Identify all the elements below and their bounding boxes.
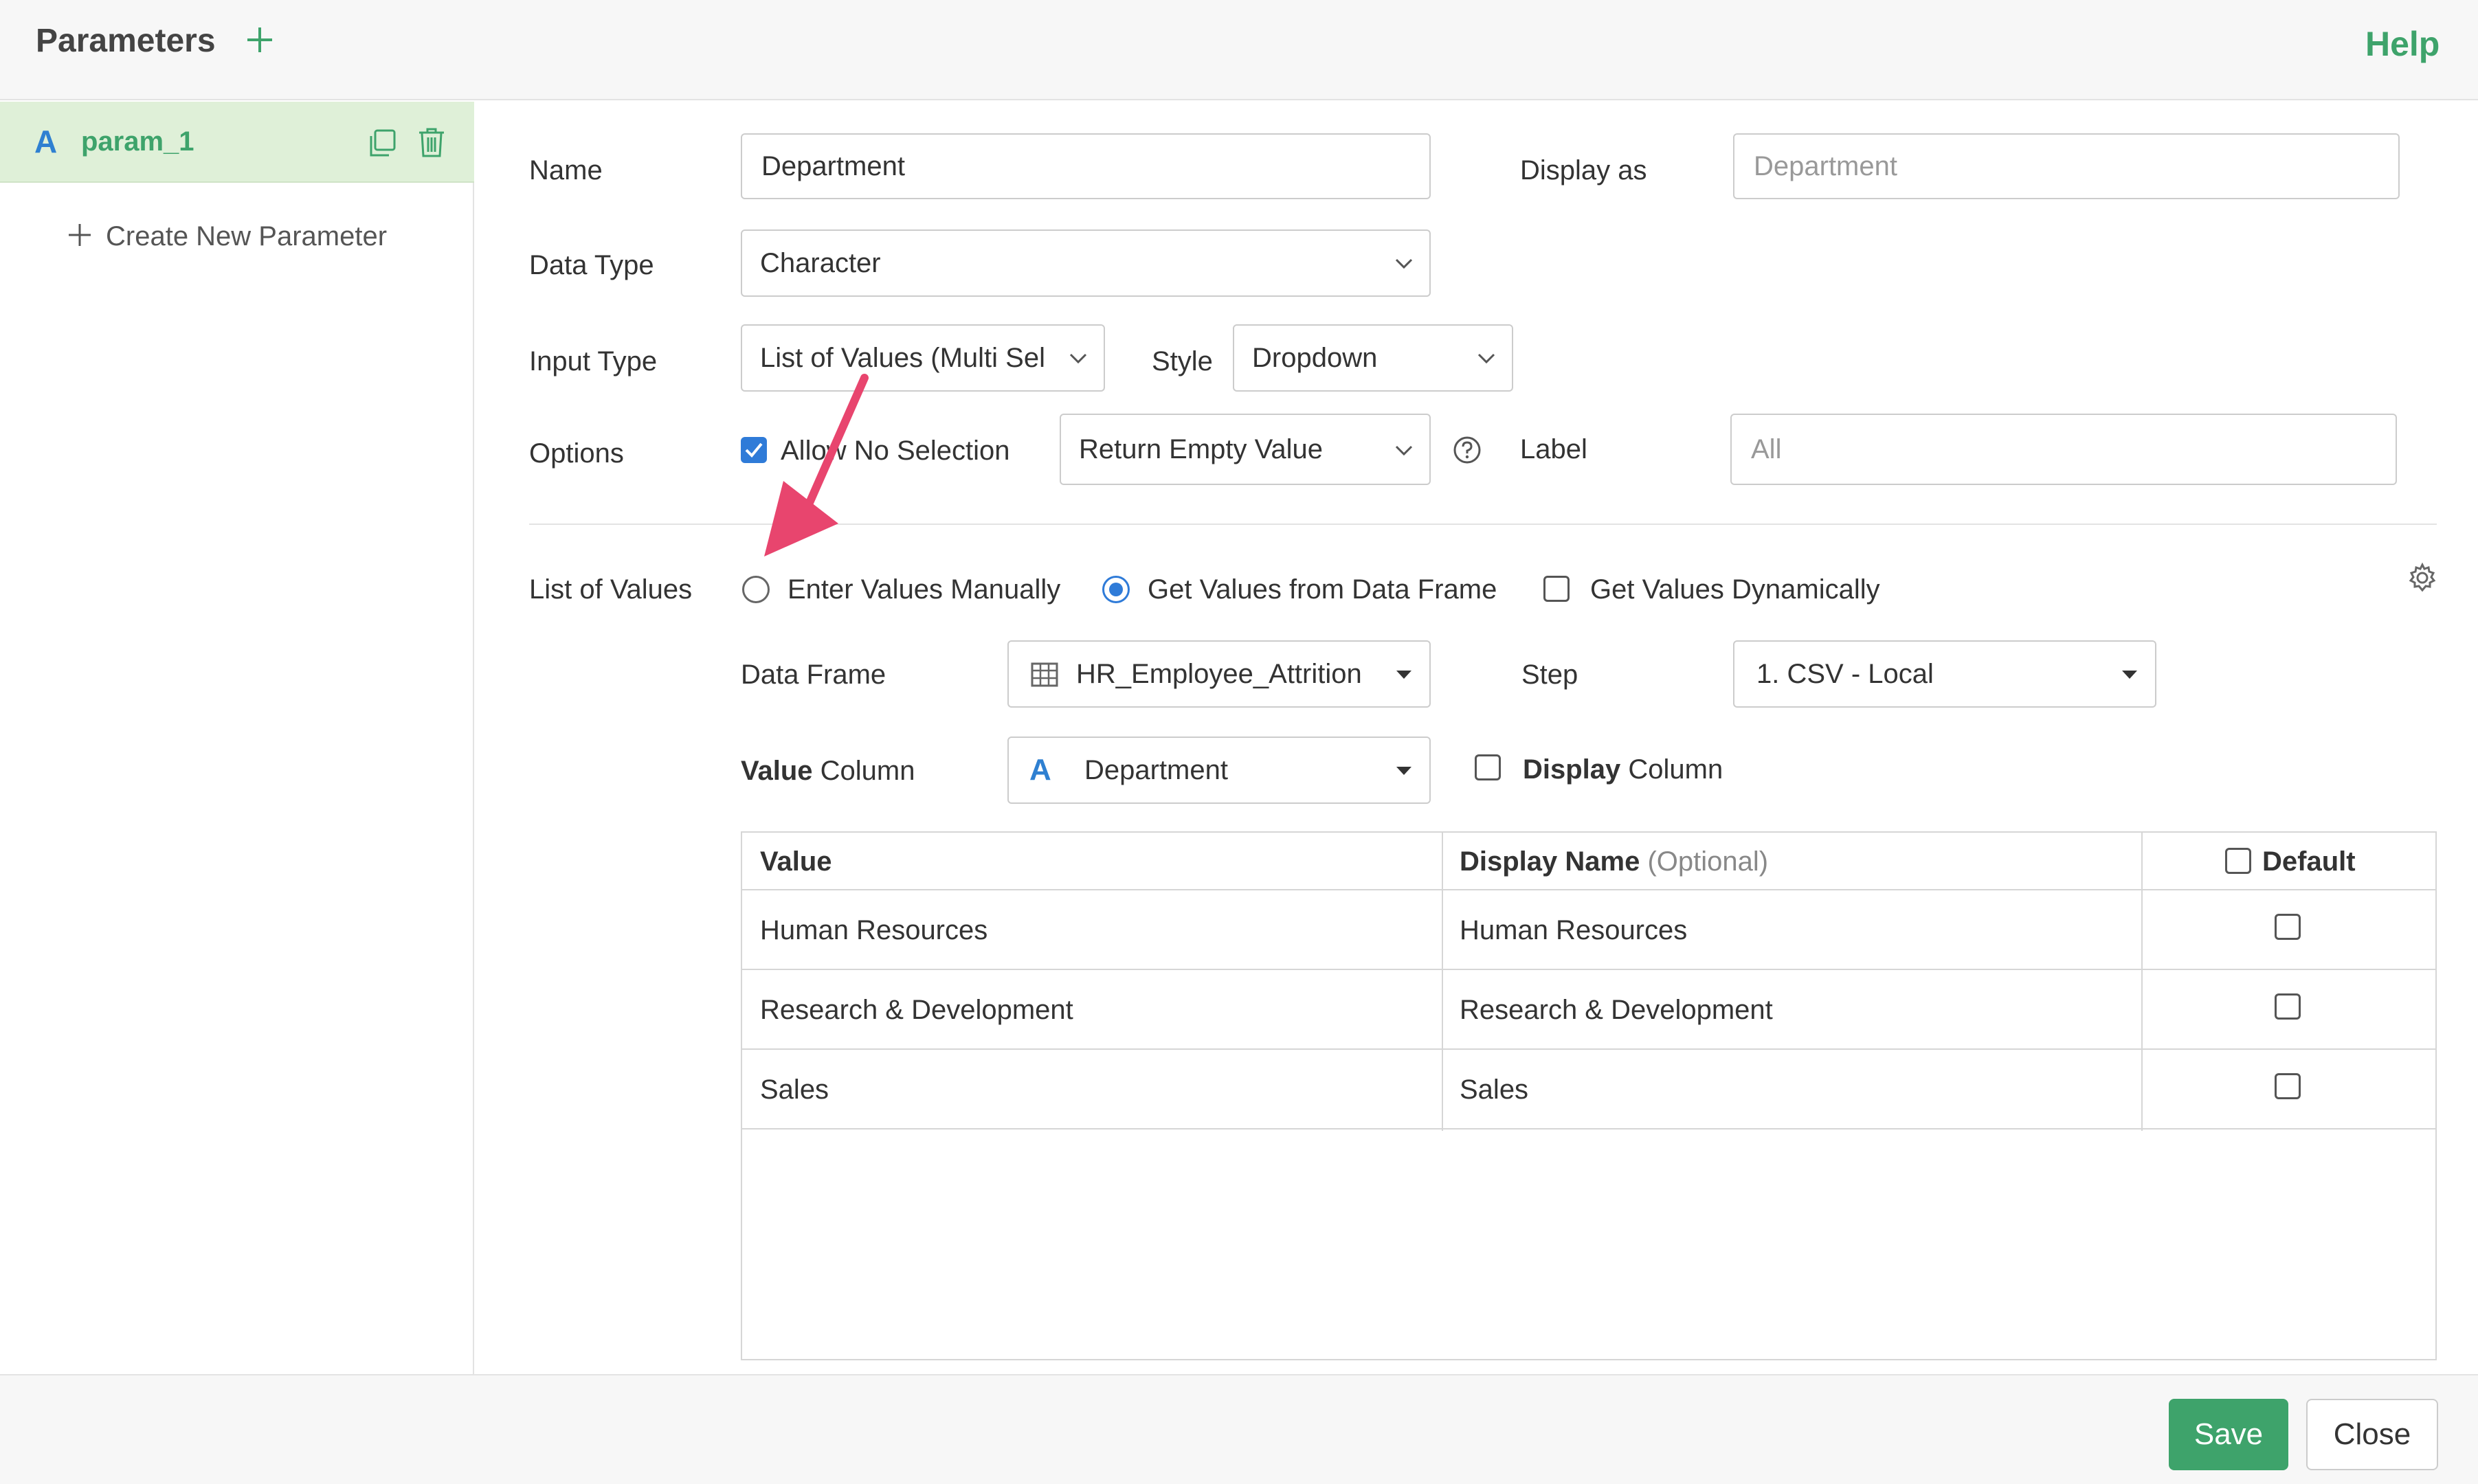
chevron-down-icon xyxy=(1395,258,1413,269)
options-label: Options xyxy=(529,438,624,469)
default-column-header: Default xyxy=(2262,846,2356,877)
row-default-checkbox[interactable] xyxy=(2275,914,2301,940)
dialog-title: Parameters xyxy=(36,23,216,59)
empty-value-behavior-select[interactable]: Return Empty Value xyxy=(1060,414,1431,485)
value-column-label-bold: Value xyxy=(741,756,813,786)
row-default-checkbox[interactable] xyxy=(2275,993,2301,1020)
values-table: Value Display Name (Optional) Default Hu… xyxy=(741,831,2437,1360)
display-column-label-rest: Column xyxy=(1620,754,1723,785)
data-frame-value: HR_Employee_Attrition xyxy=(1076,659,1362,689)
display-column-checkbox[interactable] xyxy=(1475,754,1501,780)
get-values-from-data-frame-label: Get Values from Data Frame xyxy=(1148,574,1497,605)
row-divider xyxy=(742,969,2435,970)
row-display-name-cell[interactable]: Research & Development xyxy=(1460,992,1773,1028)
column-divider xyxy=(2141,833,2143,1131)
row-divider xyxy=(742,889,2435,890)
get-values-dynamically-checkbox[interactable] xyxy=(1543,576,1570,602)
character-type-icon: A xyxy=(1029,753,1051,787)
list-of-values-label: List of Values xyxy=(529,574,693,605)
help-link[interactable]: Help xyxy=(2365,23,2440,65)
display-name-column-header: Display Name (Optional) xyxy=(1460,844,1768,879)
trash-icon[interactable] xyxy=(416,126,447,158)
chevron-down-icon xyxy=(1069,353,1087,364)
display-as-input[interactable]: Department xyxy=(1733,133,2400,199)
annotation-arrow-icon xyxy=(764,374,869,556)
get-values-from-data-frame-radio[interactable] xyxy=(1102,576,1130,603)
caret-down-icon xyxy=(1396,671,1411,679)
step-value: 1. CSV - Local xyxy=(1756,659,1934,689)
create-new-parameter-link[interactable]: Create New Parameter xyxy=(106,218,387,254)
label-input[interactable]: All xyxy=(1730,414,2397,485)
input-type-label: Input Type xyxy=(529,346,658,376)
display-name-header-text: Display Name xyxy=(1460,846,1640,877)
step-select[interactable]: 1. CSV - Local xyxy=(1733,640,2156,708)
get-values-dynamically-label: Get Values Dynamically xyxy=(1590,574,1880,605)
save-button[interactable]: Save xyxy=(2169,1399,2288,1470)
style-value: Dropdown xyxy=(1252,343,1378,373)
chevron-down-icon xyxy=(1477,353,1495,364)
add-parameter-plus-icon[interactable] xyxy=(245,25,275,55)
row-value-cell[interactable]: Sales xyxy=(760,1072,829,1108)
value-column-value: Department xyxy=(1084,755,1228,785)
help-question-icon[interactable] xyxy=(1453,436,1482,464)
display-name-optional-hint: (Optional) xyxy=(1647,846,1769,877)
data-type-label: Data Type xyxy=(529,250,654,280)
empty-value-behavior-value: Return Empty Value xyxy=(1079,434,1323,464)
enter-values-manually-label: Enter Values Manually xyxy=(788,574,1061,605)
parameter-list-item[interactable]: A param_1 xyxy=(0,102,474,183)
row-divider xyxy=(742,1048,2435,1050)
row-value-cell[interactable]: Research & Development xyxy=(760,992,1073,1028)
row-divider xyxy=(742,1128,2435,1129)
row-display-name-cell[interactable]: Human Resources xyxy=(1460,912,1687,948)
caret-down-icon xyxy=(2122,671,2137,679)
step-label: Step xyxy=(1521,660,1578,690)
display-as-label: Display as xyxy=(1520,155,1647,186)
row-display-name-cell[interactable]: Sales xyxy=(1460,1072,1528,1108)
character-type-icon: A xyxy=(34,124,58,159)
plus-icon xyxy=(69,224,91,246)
value-column-label-rest: Column xyxy=(812,756,915,786)
row-default-checkbox[interactable] xyxy=(2275,1073,2301,1099)
chevron-down-icon xyxy=(1395,445,1413,456)
data-type-value: Character xyxy=(760,248,881,278)
style-label: Style xyxy=(1152,346,1213,376)
enter-values-manually-radio[interactable] xyxy=(742,576,770,603)
table-grid-icon xyxy=(1031,662,1058,687)
value-column-select[interactable]: A Department xyxy=(1007,737,1431,804)
label-field-label: Label xyxy=(1520,434,1587,464)
parameter-sidebar: A param_1 Create New Parameter xyxy=(0,102,474,1374)
column-divider xyxy=(1442,833,1443,1131)
style-select[interactable]: Dropdown xyxy=(1233,324,1513,392)
data-frame-label: Data Frame xyxy=(741,660,886,690)
copy-icon[interactable] xyxy=(367,128,397,158)
close-button[interactable]: Close xyxy=(2306,1399,2438,1470)
data-type-select[interactable]: Character xyxy=(741,229,1431,297)
gear-icon[interactable] xyxy=(2407,562,2438,594)
display-column-label: Display Column xyxy=(1523,752,1723,787)
default-all-checkbox[interactable] xyxy=(2225,848,2251,874)
caret-down-icon xyxy=(1396,767,1411,775)
name-input[interactable]: Department xyxy=(741,133,1431,199)
parameter-name: param_1 xyxy=(81,126,194,157)
display-column-label-bold: Display xyxy=(1523,754,1621,785)
input-type-value: List of Values (Multi Sel xyxy=(760,343,1045,373)
name-label: Name xyxy=(529,155,603,186)
dialog-header: Parameters Help xyxy=(0,0,2478,100)
dialog-footer: Save Close xyxy=(0,1374,2478,1484)
value-column-header: Value xyxy=(760,846,832,877)
data-frame-select[interactable]: HR_Employee_Attrition xyxy=(1007,640,1431,708)
row-value-cell[interactable]: Human Resources xyxy=(760,912,987,948)
value-column-label: Value Column xyxy=(741,753,915,789)
create-new-label: Create New Parameter xyxy=(106,221,388,251)
